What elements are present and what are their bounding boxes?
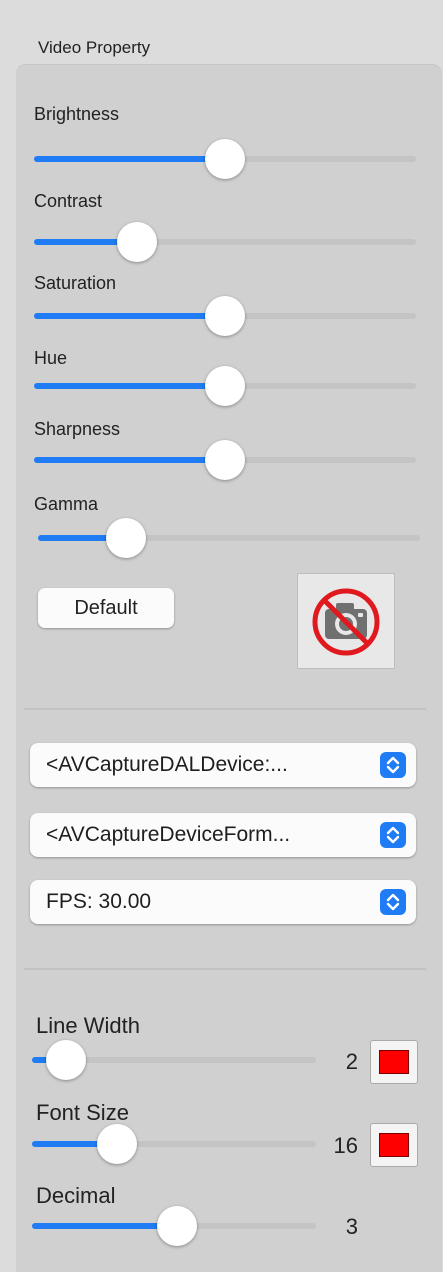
gamma-slider-knob[interactable] bbox=[106, 518, 146, 558]
line-width-label: Line Width bbox=[36, 1013, 140, 1038]
camera-image-well[interactable] bbox=[297, 573, 395, 669]
device-popup-value: <AVCaptureDALDevice:... bbox=[46, 753, 288, 776]
decimal-slider[interactable] bbox=[32, 1206, 316, 1246]
sharpness-slider-knob[interactable] bbox=[205, 440, 245, 480]
line-width-slider-knob[interactable] bbox=[46, 1040, 86, 1080]
default-button[interactable]: Default bbox=[38, 588, 174, 628]
gamma-label: Gamma bbox=[34, 494, 99, 514]
line-width-slider[interactable] bbox=[32, 1040, 316, 1080]
brightness-slider-knob[interactable] bbox=[205, 139, 245, 179]
fps-popup-chevron-icon bbox=[380, 889, 406, 915]
separator-1 bbox=[24, 708, 426, 710]
line-color-swatch bbox=[379, 1050, 409, 1074]
saturation-slider[interactable] bbox=[34, 296, 416, 336]
sharpness-slider[interactable] bbox=[34, 440, 416, 480]
saturation-label: Saturation bbox=[34, 273, 117, 293]
group-title: Video Property bbox=[38, 38, 151, 57]
decimal-value: 3 bbox=[345, 1214, 358, 1239]
separator-2 bbox=[24, 968, 426, 970]
font-color-well[interactable] bbox=[370, 1123, 418, 1167]
fps-popup[interactable]: FPS: 30.00 bbox=[30, 880, 416, 924]
decimal-slider-knob[interactable] bbox=[157, 1206, 197, 1246]
font-size-slider[interactable] bbox=[32, 1124, 316, 1164]
line-color-well[interactable] bbox=[370, 1040, 418, 1084]
format-popup[interactable]: <AVCaptureDeviceForm... bbox=[30, 813, 416, 857]
hue-slider[interactable] bbox=[34, 366, 416, 406]
device-popup[interactable]: <AVCaptureDALDevice:... bbox=[30, 743, 416, 787]
contrast-slider-knob[interactable] bbox=[117, 222, 157, 262]
font-color-swatch bbox=[379, 1133, 409, 1157]
contrast-slider[interactable] bbox=[34, 222, 416, 262]
font-size-slider-knob[interactable] bbox=[97, 1124, 137, 1164]
camera-disabled-icon bbox=[312, 588, 380, 656]
font-size-value: 16 bbox=[333, 1133, 358, 1158]
brightness-label: Brightness bbox=[34, 104, 120, 124]
hue-slider-knob[interactable] bbox=[205, 366, 245, 406]
font-size-label: Font Size bbox=[36, 1100, 129, 1125]
line-width-value: 2 bbox=[345, 1049, 358, 1074]
fps-popup-value: FPS: 30.00 bbox=[46, 890, 152, 913]
brightness-slider[interactable] bbox=[34, 139, 416, 179]
contrast-label: Contrast bbox=[34, 191, 103, 211]
gamma-slider[interactable] bbox=[38, 518, 420, 558]
saturation-slider-knob[interactable] bbox=[205, 296, 245, 336]
format-popup-value: <AVCaptureDeviceForm... bbox=[46, 823, 291, 846]
sharpness-label: Sharpness bbox=[34, 419, 121, 439]
format-popup-chevron-icon bbox=[380, 822, 406, 848]
device-popup-chevron-icon bbox=[380, 752, 406, 778]
